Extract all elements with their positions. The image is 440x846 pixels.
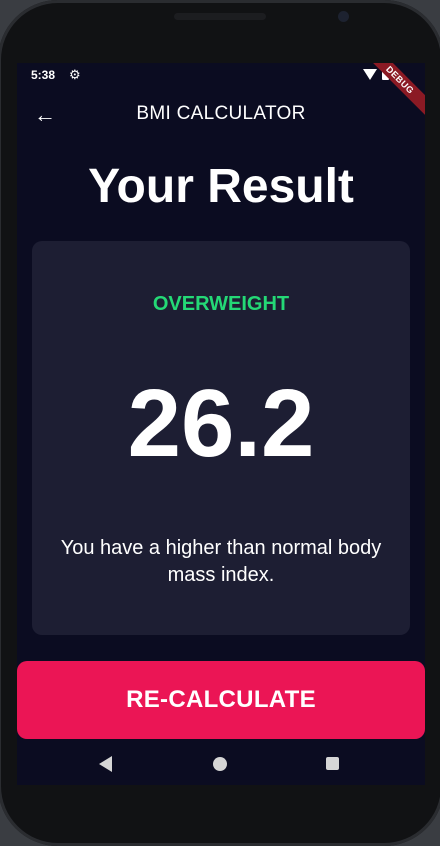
bmi-interpretation: You have a higher than normal body mass … [60,537,382,586]
system-nav-bar [17,739,425,785]
result-card: OVERWEIGHT 26.2 You have a higher than n… [32,241,410,635]
nav-back-icon[interactable] [99,756,112,772]
speaker-grille [174,13,266,20]
result-status-label: OVERWEIGHT [152,293,290,315]
nav-recents-icon[interactable] [326,757,339,770]
phone-frame: 5:38 ⚙ DEBUG ← BMI CALCULATOR Your Resul… [0,0,440,846]
status-time: 5:38 [31,68,56,82]
app-title: BMI CALCULATOR [136,103,306,124]
gear-icon: ⚙ [69,67,81,82]
page-title: Your Result [88,160,354,213]
recalculate-button[interactable]: RE-CALCULATE [17,661,425,739]
nav-home-icon[interactable] [213,757,227,771]
bmi-value: 26.2 [127,370,315,477]
status-bar: 5:38 ⚙ DEBUG [17,63,425,124]
front-camera [338,11,349,22]
screen: 5:38 ⚙ DEBUG ← BMI CALCULATOR Your Resul… [17,63,425,785]
app-bar: ← BMI CALCULATOR [17,87,425,143]
wifi-icon [363,69,377,80]
